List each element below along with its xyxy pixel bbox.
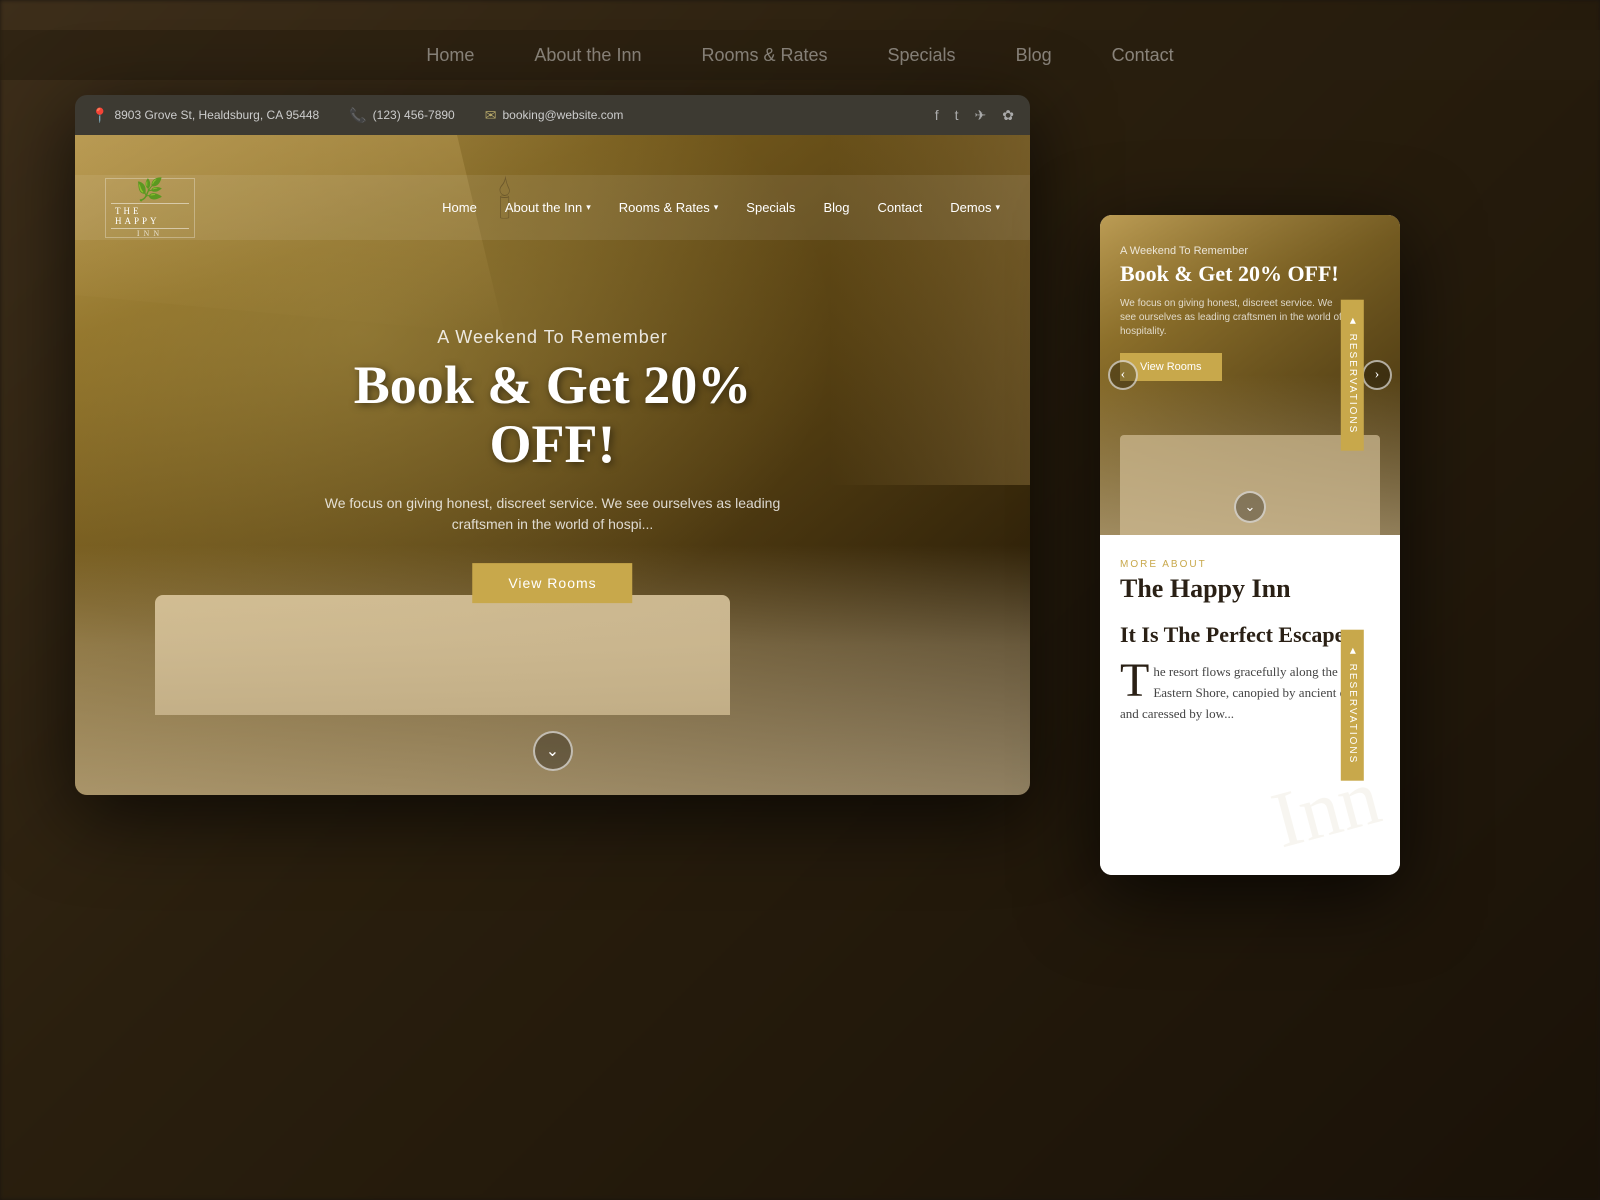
win2-chevron-down-icon: ⌄	[1245, 499, 1256, 515]
win2-subtitle: A Weekend To Remember	[1120, 245, 1350, 257]
nav-home[interactable]: Home	[442, 200, 477, 215]
bg-nav-item: Contact	[1112, 45, 1174, 66]
slider-next-button[interactable]: ›	[1362, 360, 1392, 390]
win2-title: Book & Get 20% OFF!	[1120, 261, 1350, 287]
about-dropdown-arrow: ▾	[586, 202, 591, 213]
nav-rooms[interactable]: Rooms & Rates ▾	[619, 200, 719, 215]
win2-description: We focus on giving honest, discreet serv…	[1120, 297, 1350, 339]
slider-prev-button[interactable]: ‹	[1108, 360, 1138, 390]
chevron-left-icon: ‹	[1121, 367, 1126, 383]
phone-icon: 📞	[349, 107, 366, 124]
nav-links: Home About the Inn ▾ Rooms & Rates ▾ Spe…	[442, 200, 1000, 215]
hero-section: 🕯 🌿 THE HAPPY INN Home About the Inn ▾ R	[75, 135, 1030, 795]
body-text-content: he resort flows gracefully along the Eas…	[1120, 664, 1363, 721]
reservations-arrow-icon: ◄	[1347, 316, 1358, 328]
logo-main-text: THE HAPPY	[111, 203, 189, 229]
chevron-down-icon: ⌄	[546, 741, 559, 761]
phone-text: (123) 456-7890	[373, 108, 455, 122]
bed-pillows	[155, 595, 730, 715]
bg-nav-item: Rooms & Rates	[701, 45, 827, 66]
nav-about[interactable]: About the Inn ▾	[505, 200, 591, 215]
hero-subtitle: A Weekend To Remember	[314, 327, 792, 348]
nav-bar: 🌿 THE HAPPY INN Home About the Inn ▾ Roo…	[75, 175, 1030, 240]
hero-description: We focus on giving honest, discreet serv…	[314, 493, 792, 535]
email-item[interactable]: ✉ booking@website.com	[485, 107, 624, 124]
nav-specials[interactable]: Specials	[746, 200, 795, 215]
more-about-label: MORE ABOUT	[1120, 559, 1380, 570]
drop-cap: T	[1120, 662, 1149, 700]
email-icon: ✉	[485, 107, 497, 124]
win2-hero-section: ‹ › A Weekend To Remember Book & Get 20%…	[1100, 215, 1400, 535]
chevron-right-icon: ›	[1375, 367, 1380, 383]
reservations-label2: RESERVATIONS	[1347, 664, 1358, 765]
win2-info-section: MORE ABOUT The Happy Inn It Is The Perfe…	[1100, 535, 1400, 875]
hero-view-rooms-button[interactable]: View Rooms	[472, 563, 632, 603]
facebook-icon[interactable]: f	[935, 107, 939, 123]
reservations-arrow-icon2: ◄	[1347, 646, 1358, 658]
rooms-dropdown-arrow: ▾	[714, 202, 719, 213]
reservations-tab-hero[interactable]: ◄ RESERVATIONS	[1341, 300, 1364, 451]
location-icon: 📍	[91, 107, 108, 124]
logo-sub-text: INN	[137, 229, 163, 238]
bg-nav-item: Home	[426, 45, 474, 66]
address-item: 📍 8903 Grove St, Healdsburg, CA 95448	[91, 107, 319, 124]
reservations-label: RESERVATIONS	[1347, 334, 1358, 435]
address-text: 8903 Grove St, Healdsburg, CA 95448	[114, 108, 319, 122]
scroll-down-button[interactable]: ⌄	[533, 731, 573, 771]
win2-scroll-down-button[interactable]: ⌄	[1234, 491, 1266, 523]
yelp-icon[interactable]: ✿	[1002, 107, 1014, 124]
bg-nav-item: Blog	[1016, 45, 1052, 66]
hero-content: A Weekend To Remember Book & Get 20% OFF…	[314, 327, 792, 603]
background-nav: Home About the Inn Rooms & Rates Special…	[0, 30, 1600, 80]
main-browser-window: 📍 8903 Grove St, Healdsburg, CA 95448 📞 …	[75, 95, 1030, 795]
popup-browser-window: ‹ › A Weekend To Remember Book & Get 20%…	[1100, 215, 1400, 875]
reservations-tab-bottom[interactable]: ◄ RESERVATIONS	[1341, 630, 1364, 781]
demos-dropdown-arrow: ▾	[995, 202, 1000, 213]
nav-blog[interactable]: Blog	[823, 200, 849, 215]
nav-demos[interactable]: Demos ▾	[950, 200, 1000, 215]
logo-flower-icon: 🌿	[136, 177, 163, 203]
bg-nav-item: Specials	[888, 45, 956, 66]
twitter-icon[interactable]: t	[955, 107, 959, 123]
tripadvisor-icon[interactable]: ✈	[975, 107, 987, 124]
bg-nav-item: About the Inn	[534, 45, 641, 66]
email-text: booking@website.com	[502, 108, 623, 122]
phone-item[interactable]: 📞 (123) 456-7890	[349, 107, 455, 124]
social-icons-group: f t ✈ ✿	[935, 107, 1014, 124]
hero-title: Book & Get 20% OFF!	[314, 356, 792, 475]
win2-hero-content: A Weekend To Remember Book & Get 20% OFF…	[1120, 245, 1350, 381]
nav-contact[interactable]: Contact	[877, 200, 922, 215]
inn-title: The Happy Inn	[1120, 574, 1380, 604]
logo-wrapper[interactable]: 🌿 THE HAPPY INN	[105, 178, 195, 238]
top-bar: 📍 8903 Grove St, Healdsburg, CA 95448 📞 …	[75, 95, 1030, 135]
watermark: Inn	[1263, 752, 1390, 867]
